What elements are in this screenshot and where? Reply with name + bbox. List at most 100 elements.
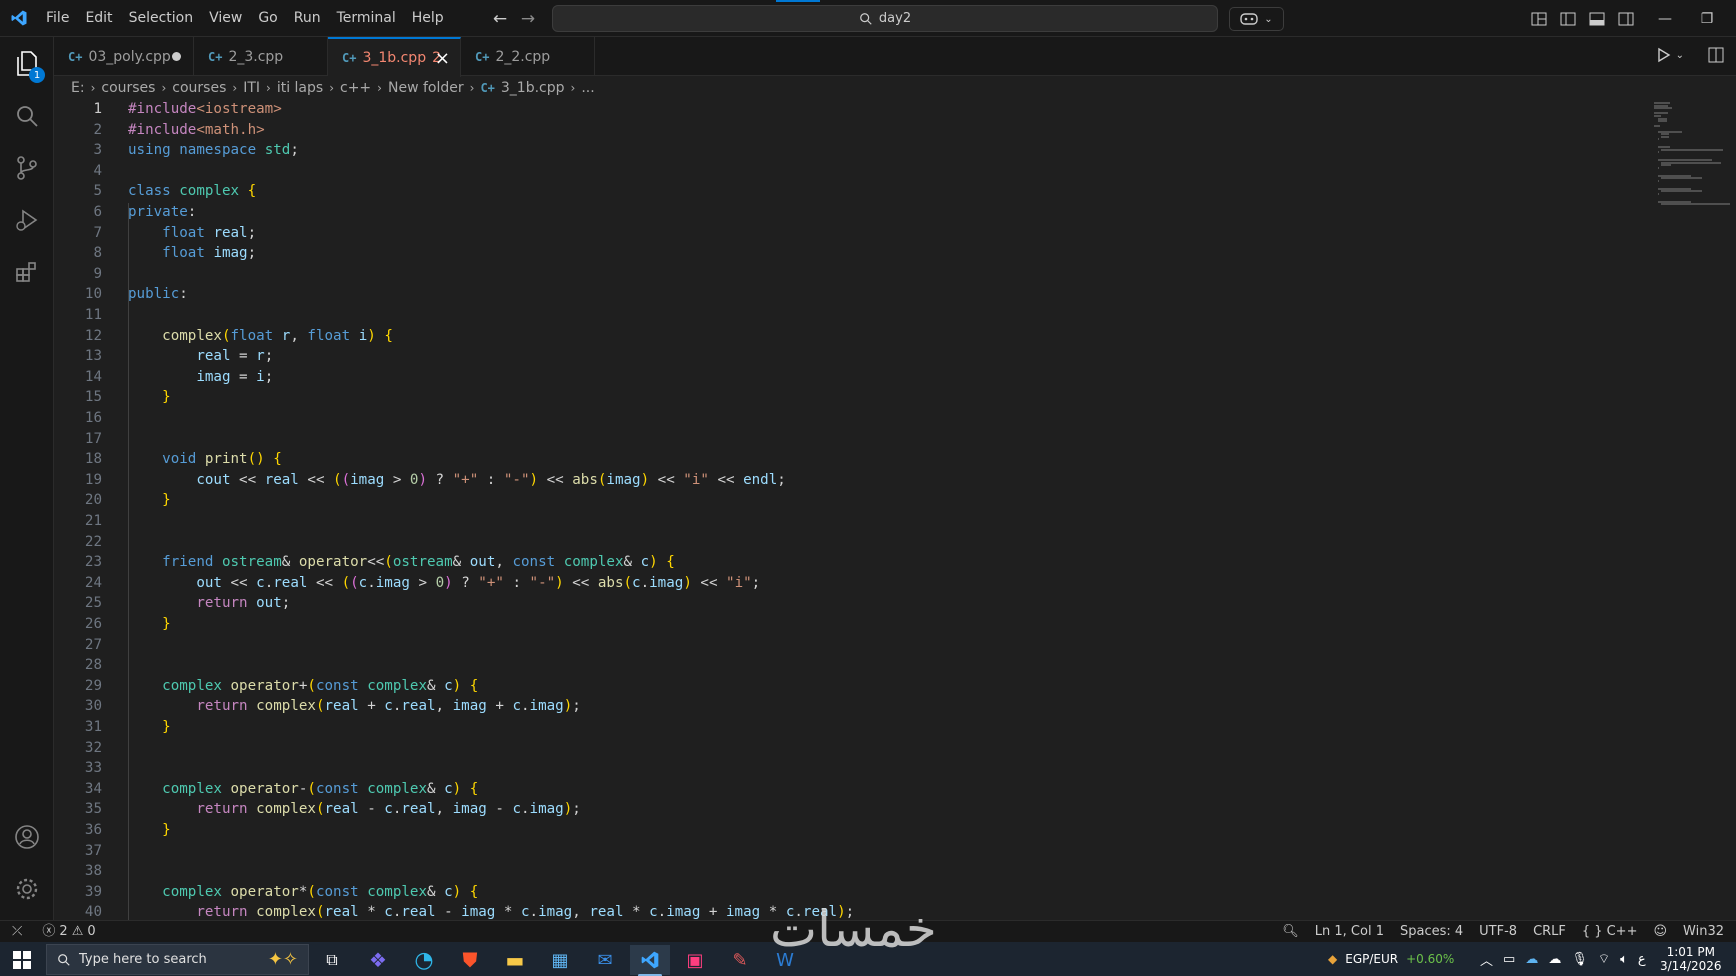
language-mode[interactable]: { } C++ [1574, 921, 1646, 943]
code-line[interactable]: 35 return complex(real - c.real, imag - … [54, 799, 1644, 820]
account-icon[interactable] [0, 812, 54, 862]
tab-3-1b[interactable]: C+ 3_1b.cpp 2 × [328, 37, 461, 77]
code-line[interactable]: 33 [54, 758, 1644, 779]
code-line[interactable]: 22 [54, 532, 1644, 553]
remote-indicator[interactable]: ⤫ [0, 921, 34, 943]
minimap[interactable] [1650, 100, 1736, 920]
code-line[interactable]: 24 out << c.real << ((c.imag > 0) ? "+" … [54, 573, 1644, 594]
breadcrumb-item[interactable]: 3_1b.cpp [501, 80, 565, 96]
toggle-secondary-sidebar-icon[interactable] [1611, 0, 1640, 37]
code-line[interactable]: 27 [54, 635, 1644, 656]
code-line[interactable]: 31 } [54, 717, 1644, 738]
tab-2-3[interactable]: C+ 2_3.cpp [194, 37, 328, 76]
code-line[interactable]: 11 [54, 305, 1644, 326]
code-line[interactable]: 38 [54, 861, 1644, 882]
microphone-icon[interactable]: 🎙︎ [1571, 952, 1588, 967]
breadcrumb-item[interactable]: ... [581, 80, 594, 96]
edge-icon[interactable]: ◔ [404, 945, 444, 975]
code-line[interactable]: 2 #include<math.h> [54, 120, 1644, 141]
code-line[interactable]: 25 return out; [54, 593, 1644, 614]
explorer-icon[interactable]: 1 [0, 39, 54, 89]
indentation[interactable]: Spaces: 4 [1392, 921, 1471, 943]
code-line[interactable]: 29 complex operator+(const complex& c) { [54, 676, 1644, 697]
code-line[interactable]: 21 [54, 511, 1644, 532]
code-line[interactable]: 7 float real; [54, 223, 1644, 244]
jetbrains-icon[interactable]: ▣ [675, 945, 715, 975]
task-view-icon[interactable]: ⧉ [312, 945, 352, 975]
brave-icon[interactable]: ⛊ [450, 945, 490, 975]
code-line[interactable]: 34 complex operator-(const complex& c) { [54, 779, 1644, 800]
code-line[interactable]: 14 imag = i; [54, 367, 1644, 388]
breadcrumb-item[interactable]: iti laps [277, 80, 323, 96]
menu-terminal[interactable]: Terminal [329, 0, 404, 37]
breadcrumb-item[interactable]: E: [71, 80, 85, 96]
mail-icon[interactable]: ✉ [585, 945, 625, 975]
search-icon[interactable] [0, 91, 54, 141]
code-line[interactable]: 26 } [54, 614, 1644, 635]
cloud-icon[interactable]: ☁ [1548, 952, 1561, 967]
meet-icon[interactable]: ▭ [1503, 952, 1515, 967]
copilot-app-icon[interactable]: ❖ [358, 945, 398, 975]
close-icon[interactable]: × [435, 48, 450, 69]
code-line[interactable]: 15 } [54, 387, 1644, 408]
encoding[interactable]: UTF-8 [1471, 921, 1525, 943]
store-icon[interactable]: ▦ [540, 945, 580, 975]
code-line[interactable]: 9 [54, 264, 1644, 285]
customize-layout-icon[interactable] [1524, 0, 1553, 37]
code-line[interactable]: 6 private: [54, 202, 1644, 223]
platform[interactable]: Win32 [1675, 921, 1736, 943]
code-line[interactable]: 17 [54, 429, 1644, 450]
code-line[interactable]: 36 } [54, 820, 1644, 841]
extensions-icon[interactable] [0, 247, 54, 297]
split-editor-icon[interactable] [1708, 47, 1724, 67]
run-file-button[interactable]: ⌄ [1656, 47, 1684, 63]
menu-help[interactable]: Help [404, 0, 452, 37]
chevron-up-icon[interactable]: ︿ [1480, 950, 1493, 969]
menu-go[interactable]: Go [250, 0, 285, 37]
breadcrumb-item[interactable]: ITI [243, 80, 260, 96]
windows-start-icon[interactable] [2, 945, 42, 975]
source-control-icon[interactable] [0, 143, 54, 193]
code-line[interactable]: 1 #include<iostream> [54, 100, 1644, 120]
vscode-taskbar-icon[interactable] [630, 945, 670, 976]
menu-run[interactable]: Run [286, 0, 329, 37]
volume-icon[interactable]: 🔈︎ [1620, 952, 1628, 967]
code-line[interactable]: 37 [54, 841, 1644, 862]
code-line[interactable]: 13 real = r; [54, 346, 1644, 367]
copilot-button[interactable]: ⌄ [1229, 7, 1284, 31]
menu-selection[interactable]: Selection [121, 0, 202, 37]
minimize-icon[interactable]: — [1644, 0, 1686, 37]
breadcrumb-item[interactable]: courses [172, 80, 226, 96]
code-line[interactable]: 18 void print() { [54, 449, 1644, 470]
back-arrow-icon[interactable]: ← [486, 9, 514, 29]
line-ending[interactable]: CRLF [1525, 921, 1574, 943]
taskbar-search-field[interactable]: Type here to search ✦✧ [46, 944, 309, 975]
paint-icon[interactable]: ✎ [720, 945, 760, 975]
code-line[interactable]: 19 cout << real << ((imag > 0) ? "+" : "… [54, 470, 1644, 491]
code-line[interactable]: 20 } [54, 490, 1644, 511]
code-line[interactable]: 23 friend ostream& operator<<(ostream& o… [54, 552, 1644, 573]
settings-gear-icon[interactable] [0, 864, 54, 914]
code-line[interactable]: 30 return complex(real + c.real, imag + … [54, 696, 1644, 717]
copilot-status-icon[interactable]: ☺ [1645, 921, 1675, 943]
restore-icon[interactable]: ❐ [1686, 0, 1728, 37]
command-center-search[interactable]: day2 [552, 5, 1218, 32]
breadcrumb-item[interactable]: New folder [388, 80, 464, 96]
breadcrumb-item[interactable]: courses [101, 80, 155, 96]
input-language-icon[interactable]: ع [1638, 952, 1646, 967]
code-line[interactable]: 12 complex(float r, float i) { [54, 326, 1644, 347]
code-line[interactable]: 28 [54, 655, 1644, 676]
run-debug-icon[interactable] [0, 195, 54, 245]
menu-view[interactable]: View [201, 0, 250, 37]
code-line[interactable]: 4 [54, 161, 1644, 182]
menu-file[interactable]: File [38, 0, 77, 37]
code-line[interactable]: 32 [54, 738, 1644, 759]
code-line[interactable]: 3 using namespace std; [54, 140, 1644, 161]
currency-ticker[interactable]: ◆ EGP/EUR +0.60% [1328, 942, 1454, 976]
code-editor[interactable]: 1 #include<iostream> 2 #include<math.h> 3 usi… [54, 100, 1644, 920]
tab-03-poly[interactable]: C+ 03_poly.cpp [54, 37, 194, 76]
zoom-icon[interactable]: 🔍︎ [1274, 921, 1307, 943]
code-line[interactable]: 16 [54, 408, 1644, 429]
clock[interactable]: 1:01 PM 3/14/2026 [1660, 942, 1722, 976]
wifi-icon[interactable]: ⌔ [1598, 951, 1610, 967]
